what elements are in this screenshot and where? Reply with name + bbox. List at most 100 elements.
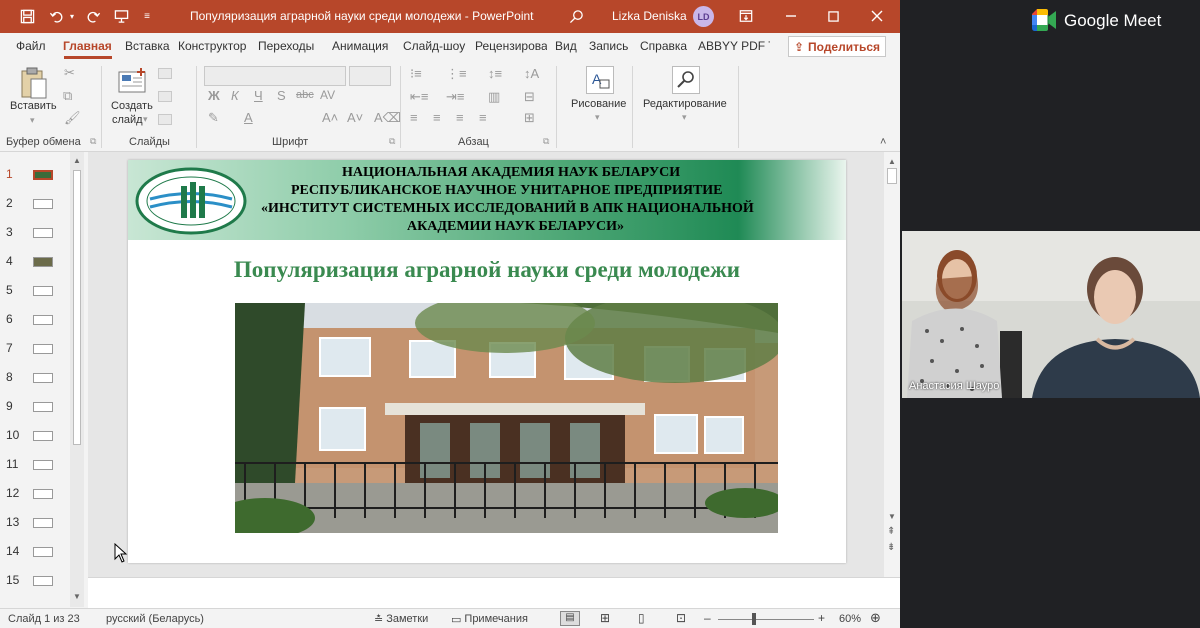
strikethrough-button[interactable]: abc: [296, 89, 314, 101]
tab-record[interactable]: Запись: [589, 39, 628, 53]
maximize-icon[interactable]: [822, 6, 844, 26]
new-slide-icon[interactable]: [117, 68, 147, 99]
highlight-icon[interactable]: ✎: [208, 110, 219, 126]
align-right-icon[interactable]: ≡: [456, 110, 464, 125]
font-launcher-icon[interactable]: ⧉: [389, 136, 395, 147]
font-size-select[interactable]: [349, 66, 391, 86]
tab-help[interactable]: Справка: [640, 39, 687, 53]
thumbnail-14[interactable]: 14: [0, 541, 70, 561]
share-button[interactable]: ⇪ Поделиться: [788, 36, 886, 57]
columns-icon[interactable]: ▥: [488, 89, 500, 105]
new-slide-dropdown-icon[interactable]: ▾: [143, 114, 148, 125]
shrink-font-icon[interactable]: A˅: [347, 110, 363, 125]
tab-abbyy[interactable]: ABBYY PDF Tr: [698, 39, 770, 53]
slide-sorter-icon[interactable]: ⊞: [600, 611, 610, 625]
close-icon[interactable]: [866, 6, 888, 26]
notes-button[interactable]: ≛ Заметки: [374, 613, 428, 626]
increase-indent-icon[interactable]: ⇥≡: [446, 89, 464, 105]
slideshow-icon[interactable]: ⊡: [676, 611, 686, 625]
redo-icon[interactable]: [82, 6, 104, 26]
tab-design[interactable]: Конструктор: [178, 39, 250, 53]
align-center-icon[interactable]: ≡: [433, 110, 441, 125]
align-left-icon[interactable]: ≡: [410, 110, 418, 125]
layout-icon[interactable]: [158, 68, 172, 79]
justify-icon[interactable]: ≡: [479, 110, 487, 125]
decrease-indent-icon[interactable]: ⇤≡: [410, 89, 428, 105]
font-family-select[interactable]: [204, 66, 346, 86]
participant-video[interactable]: [902, 231, 1200, 398]
thumbnail-5[interactable]: 5: [0, 280, 70, 300]
zoom-level[interactable]: 60%: [839, 613, 861, 625]
thumbnail-10[interactable]: 10: [0, 425, 70, 445]
editing-label[interactable]: Редактирование: [643, 98, 727, 110]
line-spacing-icon[interactable]: ↕≡: [488, 66, 502, 81]
thumbnail-8[interactable]: 8: [0, 367, 70, 387]
thumbnail-2[interactable]: 2: [0, 193, 70, 213]
editing-dropdown-icon[interactable]: ▾: [682, 112, 687, 123]
paste-label[interactable]: Вставить: [10, 100, 57, 112]
editing-icon[interactable]: [672, 66, 700, 94]
scroll-thumb[interactable]: [887, 168, 897, 184]
undo-icon[interactable]: [45, 6, 67, 26]
drawing-label[interactable]: Рисование: [571, 98, 626, 110]
smartart-icon[interactable]: ⊞: [524, 110, 535, 126]
thumbnail-13[interactable]: 13: [0, 512, 70, 532]
language-indicator[interactable]: русский (Беларусь): [106, 613, 204, 625]
scroll-thumb[interactable]: [73, 170, 81, 445]
grow-font-icon[interactable]: A˄: [322, 110, 338, 125]
thumbnail-11[interactable]: 11: [0, 454, 70, 474]
bullets-icon[interactable]: ⁝≡: [410, 66, 422, 82]
undo-dropdown-icon[interactable]: ▾: [67, 6, 77, 26]
notes-pane[interactable]: [88, 577, 900, 608]
tab-review[interactable]: Рецензирова: [475, 39, 547, 53]
thumbnail-7[interactable]: 7: [0, 338, 70, 358]
tab-slideshow[interactable]: Слайд-шоу: [403, 39, 465, 53]
tab-home[interactable]: Главная: [63, 39, 112, 53]
italic-button[interactable]: К: [231, 88, 239, 103]
scroll-up-icon[interactable]: ▲: [73, 156, 81, 165]
collapse-ribbon-icon[interactable]: ˄: [880, 136, 886, 148]
thumbnail-6[interactable]: 6: [0, 309, 70, 329]
save-icon[interactable]: [16, 6, 38, 26]
scroll-down-icon[interactable]: ▼: [73, 592, 81, 601]
new-slide-label-2[interactable]: слайд: [112, 114, 143, 126]
normal-view-icon[interactable]: ▤: [560, 611, 580, 626]
next-slide-icon[interactable]: ⇟: [887, 542, 895, 553]
minimize-icon[interactable]: [780, 6, 802, 26]
thumbnail-15[interactable]: 15: [0, 570, 70, 590]
search-icon[interactable]: [565, 6, 587, 26]
paste-dropdown-icon[interactable]: ▾: [30, 115, 35, 126]
zoom-in-button[interactable]: +: [818, 611, 825, 625]
tab-insert[interactable]: Вставка: [125, 39, 170, 53]
tab-animations[interactable]: Анимация: [332, 39, 388, 53]
font-color-icon[interactable]: A: [244, 110, 253, 125]
cut-icon[interactable]: ✂: [64, 65, 75, 81]
comments-button[interactable]: ▭ Примечания: [451, 613, 528, 626]
reset-icon[interactable]: [158, 91, 172, 102]
reading-view-icon[interactable]: ▯: [638, 611, 645, 625]
thumbnail-12[interactable]: 12: [0, 483, 70, 503]
zoom-slider-thumb[interactable]: [752, 613, 757, 625]
avatar[interactable]: LD: [693, 6, 714, 27]
clear-format-icon[interactable]: A⌫: [374, 110, 401, 126]
tab-transitions[interactable]: Переходы: [258, 39, 314, 53]
tab-file[interactable]: Файл: [16, 39, 46, 53]
tab-view[interactable]: Вид: [555, 39, 577, 53]
zoom-out-button[interactable]: –: [704, 611, 711, 625]
slide-canvas[interactable]: НАЦИОНАЛЬНАЯ АКАДЕМИЯ НАУК БЕЛАРУСИ РЕСП…: [128, 160, 846, 563]
editor-scrollbar[interactable]: ▲ ▼ ⇞ ⇟: [884, 152, 900, 577]
char-spacing-button[interactable]: AV: [320, 88, 335, 102]
zoom-slider[interactable]: [718, 619, 814, 620]
align-text-icon[interactable]: ⊟: [524, 89, 535, 105]
new-slide-label[interactable]: Создать: [111, 100, 153, 112]
present-from-start-icon[interactable]: [110, 6, 132, 26]
clipboard-launcher-icon[interactable]: ⧉: [90, 136, 96, 147]
drawing-icon[interactable]: A: [586, 66, 614, 94]
underline-button[interactable]: Ч: [254, 88, 263, 103]
paragraph-launcher-icon[interactable]: ⧉: [543, 136, 549, 147]
thumbnail-9[interactable]: 9: [0, 396, 70, 416]
scroll-down-icon[interactable]: ▼: [888, 512, 896, 521]
fit-to-window-icon[interactable]: ⊕: [870, 610, 881, 626]
ribbon-display-options-icon[interactable]: [735, 6, 757, 26]
thumbnail-4[interactable]: 4: [0, 251, 70, 271]
